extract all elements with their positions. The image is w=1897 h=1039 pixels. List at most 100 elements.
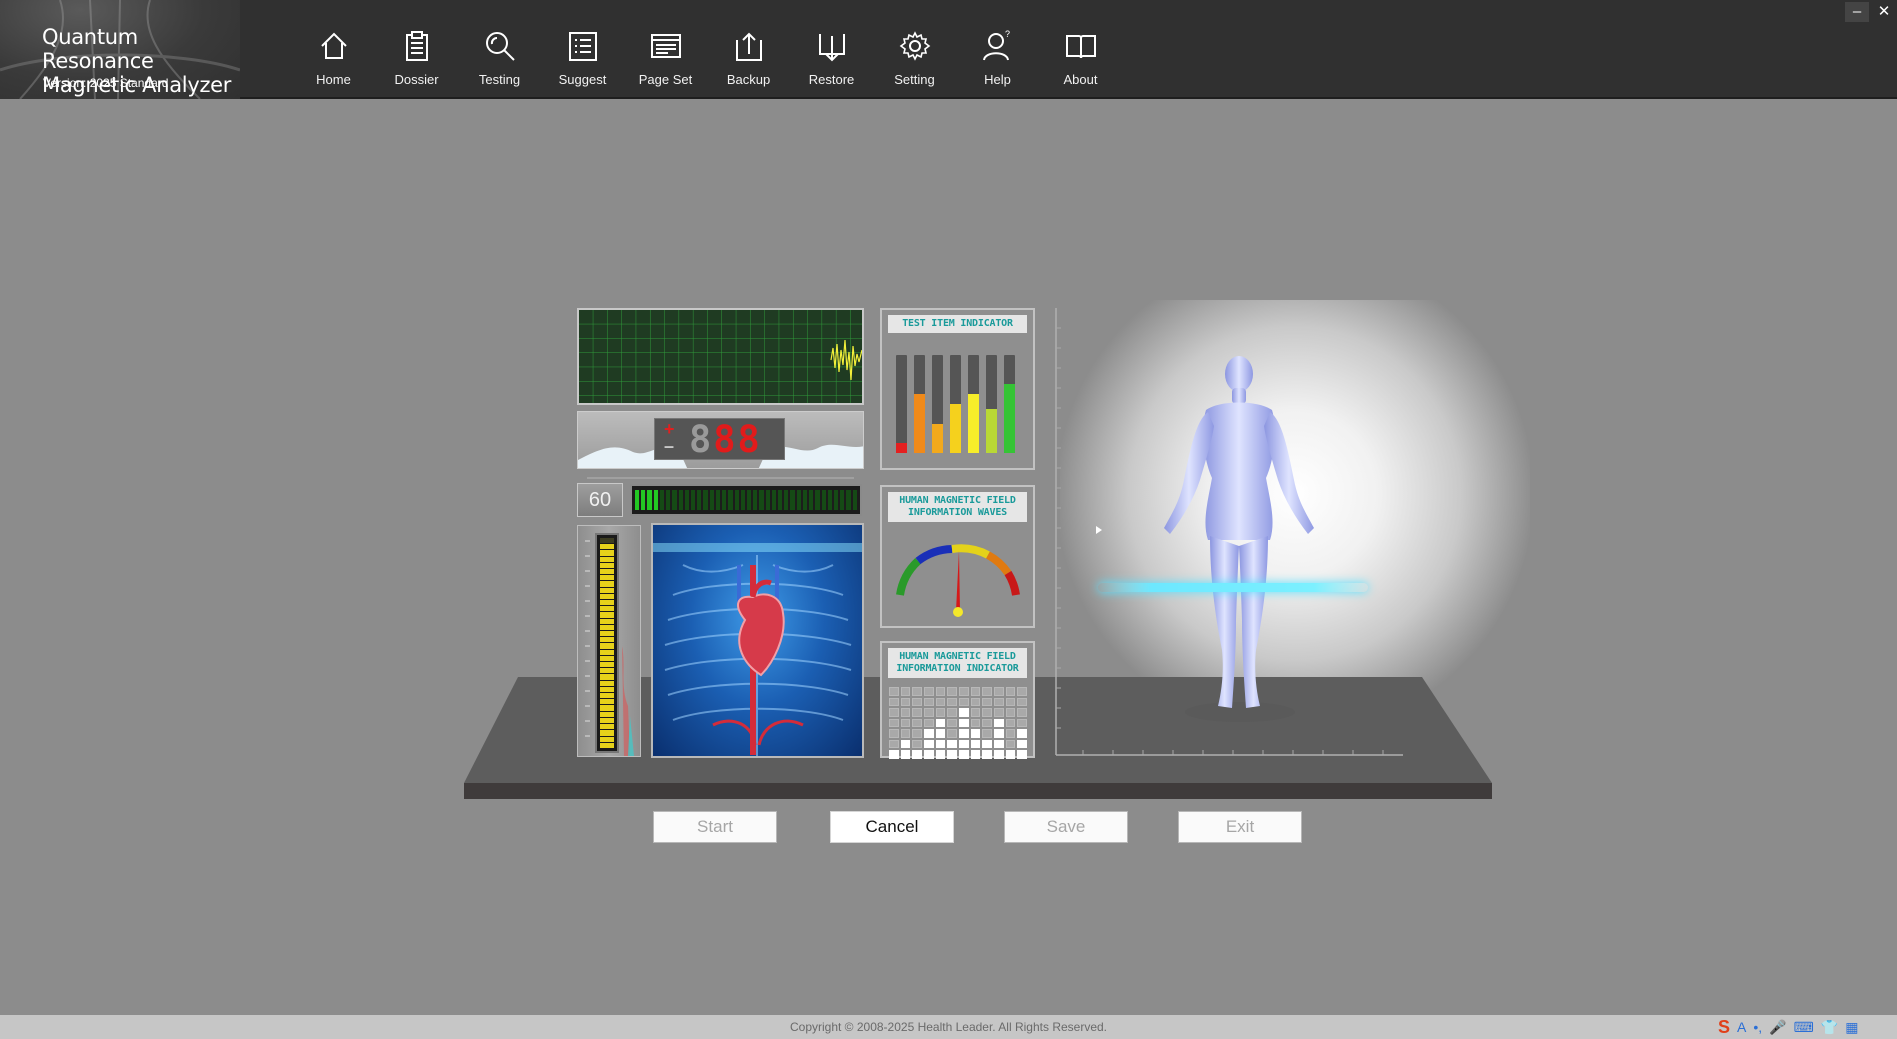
meter-segment (600, 717, 614, 724)
level-segment (666, 490, 671, 510)
meter-segment (600, 562, 614, 569)
ime-punct-icon[interactable]: •, (1753, 1017, 1762, 1037)
meter-segment (600, 711, 614, 717)
nav-label-about: About (1063, 72, 1098, 87)
close-button[interactable]: ✕ (1872, 2, 1896, 22)
level-segment (746, 490, 752, 510)
meter-segment (600, 569, 614, 575)
level-segment (647, 490, 652, 510)
nav-testing[interactable]: Testing (458, 0, 541, 99)
indicator-cell (947, 708, 957, 717)
indicator-cell (924, 750, 934, 759)
app-title-line1: Quantum Resonance (42, 25, 154, 73)
book-icon (1066, 35, 1096, 59)
indicator-cell (889, 739, 899, 749)
meter-segment (600, 544, 614, 550)
information-indicator-panel: HUMAN MAGNETIC FIELD INFORMATION INDICAT… (880, 641, 1035, 759)
level-segment (834, 490, 839, 510)
indicator-cell (970, 739, 981, 749)
meter-segment (600, 631, 614, 637)
level-segment (740, 490, 745, 510)
gauge-icon (896, 544, 1020, 617)
test-item-bar (968, 355, 979, 453)
indicator-cell (900, 687, 911, 696)
level-segment (852, 490, 857, 510)
indicator-cell (947, 697, 957, 707)
meter-segment (600, 538, 614, 544)
nav-home[interactable]: Home (292, 0, 375, 99)
level-segment (672, 490, 677, 510)
indicator-cell (924, 718, 934, 728)
ecg-wave-icon (579, 310, 863, 403)
indicator-cell (1005, 687, 1016, 696)
nav-setting[interactable]: Setting (873, 0, 956, 99)
nav-page-set[interactable]: Page Set (624, 0, 707, 99)
start-button[interactable]: Start (653, 811, 777, 843)
level-segment (809, 490, 814, 510)
nav-suggest[interactable]: Suggest (541, 0, 624, 99)
download-icon (819, 34, 845, 62)
indicator-cell (912, 708, 922, 717)
test-item-bar (950, 355, 961, 453)
nav-about[interactable]: About (1039, 0, 1122, 99)
exit-button[interactable]: Exit (1178, 811, 1302, 843)
level-segment (678, 490, 683, 510)
meter-segment (600, 724, 614, 730)
indicator-cell (912, 687, 922, 696)
level-segment (827, 490, 832, 510)
meter-segment (600, 662, 614, 668)
indicator-cell (994, 708, 1004, 717)
indicator-cell (924, 697, 934, 707)
indicator-cell (994, 729, 1004, 738)
ime-logo-icon[interactable]: S (1718, 1017, 1730, 1037)
indicator-cell (1005, 739, 1016, 749)
test-item-bar-fill (1004, 384, 1015, 453)
indicator-cell (982, 750, 992, 759)
test-item-bar-fill (968, 394, 979, 453)
cancel-button[interactable]: Cancel (830, 811, 954, 843)
microphone-icon[interactable]: 🎤 (1769, 1017, 1786, 1037)
home-icon (321, 32, 347, 59)
meter-segment (600, 581, 614, 587)
nav-label-page-set: Page Set (638, 72, 693, 87)
vertical-meter (595, 533, 619, 753)
nav-dossier[interactable]: Dossier (375, 0, 458, 99)
meter-segment (600, 606, 614, 612)
meter-segment (600, 693, 614, 699)
magnifier-icon (486, 32, 515, 61)
indicator-cell (935, 718, 946, 728)
meter-segment (600, 593, 614, 600)
indicator-cell (982, 739, 992, 749)
digit-lit: 88 (713, 418, 762, 461)
level-segment (709, 490, 714, 510)
nav-help[interactable]: ? Help (956, 0, 1039, 99)
list-icon (569, 32, 597, 61)
nav-restore[interactable]: Restore (790, 0, 873, 99)
indicator-cell (935, 697, 946, 707)
indicator-cell (1005, 708, 1016, 717)
indicator-cell (970, 729, 981, 738)
digit-dim: 8 (689, 418, 714, 461)
keyboard-icon[interactable]: ⌨ (1794, 1017, 1814, 1037)
level-segment (722, 490, 727, 510)
save-button[interactable]: Save (1004, 811, 1128, 843)
meter-segment (600, 643, 614, 649)
human-body-figure (1164, 356, 1314, 722)
meter-segment (600, 618, 614, 624)
frequency-value: 60 (577, 483, 623, 517)
app-version: Version: 2025 Standard (43, 76, 169, 90)
meter-segment (600, 575, 614, 581)
meter-segment (600, 612, 614, 618)
minimize-button[interactable]: – (1845, 2, 1869, 22)
page-layout-icon (651, 34, 681, 58)
level-segment (784, 490, 789, 510)
test-item-bar-fill (950, 404, 961, 453)
ime-mode-icon[interactable]: A (1737, 1017, 1746, 1037)
toolbox-icon[interactable]: ▦ (1845, 1017, 1858, 1037)
skin-icon[interactable]: 👕 (1821, 1017, 1838, 1037)
indicator-cell (959, 718, 969, 728)
nav-label-backup: Backup (726, 72, 771, 87)
indicator-cell (935, 708, 946, 717)
indicator-cell (935, 729, 946, 738)
nav-backup[interactable]: Backup (707, 0, 790, 99)
